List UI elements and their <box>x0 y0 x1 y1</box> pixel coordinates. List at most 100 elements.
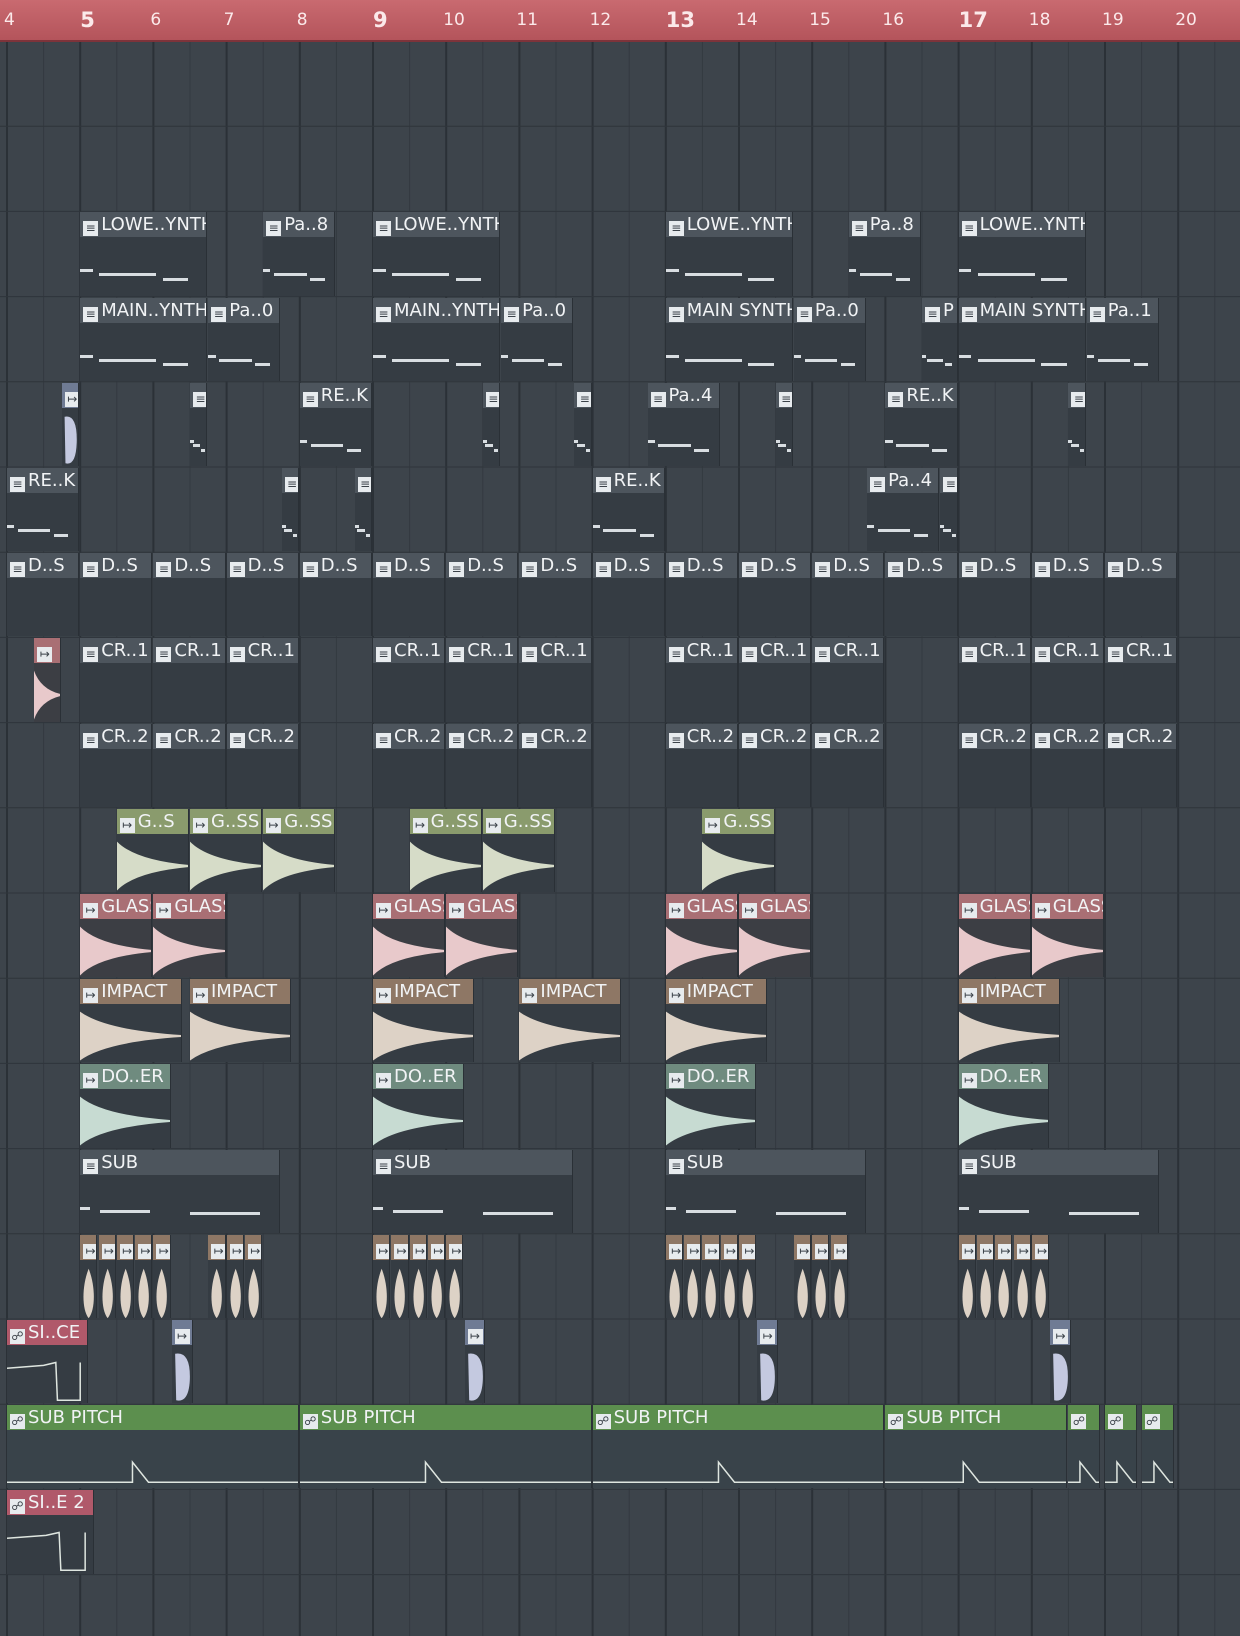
clip-header[interactable]: ≡ RE..K <box>7 468 79 493</box>
pattern-clip[interactable]: ≡ D..S <box>519 553 592 637</box>
clip-header[interactable]: ≡ D..S <box>153 553 225 579</box>
clip-header[interactable]: ≡ D..S <box>885 553 957 579</box>
pattern-clip[interactable]: ≡ Pa..0 <box>793 297 867 381</box>
clip-header[interactable]: ↦ <box>812 1234 829 1260</box>
clip-header[interactable]: ↦ <box>1031 1234 1049 1260</box>
clip-header[interactable]: ≡ CR..1 <box>1105 638 1177 664</box>
audio-clip[interactable]: ↦ <box>427 1234 446 1318</box>
pattern-clip[interactable]: ≡ CR..1 <box>446 638 519 722</box>
clip-header[interactable]: ↦ G..S <box>116 808 188 834</box>
pattern-clip[interactable]: ≡ CR..2 <box>812 723 885 807</box>
clip-header[interactable]: ≡ D..S <box>226 553 298 579</box>
clip-header[interactable]: ≡ CR..2 <box>153 723 225 749</box>
clip-header[interactable]: ↦ <box>757 1320 778 1345</box>
pattern-clip[interactable]: ≡ <box>354 468 372 552</box>
audio-clip[interactable]: ↦ <box>1031 1234 1050 1318</box>
pattern-clip[interactable]: ≡ D..S <box>1031 553 1104 637</box>
clip-header[interactable]: ≡ MAIN SYNTH <box>958 297 1085 323</box>
audio-clip[interactable]: ↦ <box>391 1234 409 1318</box>
pattern-clip[interactable]: ≡ <box>190 382 208 466</box>
pattern-clip[interactable]: ≡ MAIN..YNTH <box>80 297 208 381</box>
audio-clip[interactable]: ↦GLASS <box>153 894 226 978</box>
clip-header[interactable]: ≡ LOWE..YNTH <box>373 212 500 238</box>
automation-clip[interactable]: ☍ <box>1141 1405 1174 1489</box>
pattern-clip[interactable]: ≡ D..S <box>958 553 1031 637</box>
clip-header[interactable]: ≡ D..S <box>739 553 811 579</box>
pattern-clip[interactable]: ≡ D..S <box>226 553 299 637</box>
audio-clip[interactable]: ↦ IMPACT <box>519 979 621 1063</box>
pattern-clip[interactable]: ≡ <box>281 468 299 552</box>
audio-clip[interactable]: ↦ G..SS <box>409 808 482 892</box>
pattern-clip[interactable]: ≡ D..S <box>373 553 446 637</box>
pattern-clip[interactable]: ≡ Pa..0 <box>208 297 281 381</box>
clip-header[interactable]: ↦GLASS <box>739 894 811 919</box>
pattern-clip[interactable]: ≡ CR..2 <box>665 723 738 807</box>
clip-header[interactable]: ↦ <box>153 1234 170 1260</box>
audio-clip[interactable]: ↦GLASS <box>665 894 738 978</box>
timeline-ruler[interactable]: 4 5 6 7 8 9 10 11 12 13 14 15 16 17 18 19 20 <box>0 0 1240 42</box>
clip-header[interactable]: ≡ P <box>922 297 957 323</box>
audio-clip[interactable]: ↦GLASS <box>958 894 1031 978</box>
pattern-clip[interactable]: ≡ SUB <box>958 1149 1159 1233</box>
pattern-clip[interactable]: ≡ CR..1 <box>1105 638 1178 722</box>
clip-header[interactable]: ☍ SUB PITCH <box>592 1405 884 1431</box>
clip-header[interactable]: ↦ <box>1050 1320 1071 1345</box>
ruler-bar-7[interactable]: 7 <box>224 12 235 29</box>
clip-header[interactable]: ≡ CR..2 <box>958 723 1030 749</box>
clip-header[interactable]: ↦ <box>373 1234 390 1260</box>
pattern-clip[interactable]: ≡ CR..1 <box>958 638 1031 722</box>
pattern-clip[interactable]: ≡ CR..1 <box>80 638 153 722</box>
audio-clip[interactable]: ↦ <box>61 382 80 466</box>
audio-clip[interactable]: ↦ <box>409 1234 427 1318</box>
audio-clip[interactable]: ↦ <box>684 1234 702 1318</box>
clip-header[interactable]: ≡ CR..2 <box>1031 723 1103 749</box>
clip-header[interactable]: ↦ <box>446 1234 463 1260</box>
clip-header[interactable]: ↦ DO..ER <box>665 1064 756 1090</box>
audio-clip[interactable]: ↦ DO..ER <box>958 1064 1050 1148</box>
pattern-clip[interactable]: ≡ P <box>922 297 958 381</box>
clip-header[interactable]: ≡ MAIN..YNTH <box>80 297 207 323</box>
automation-clip[interactable]: ☍ SUB PITCH <box>299 1405 592 1489</box>
pattern-clip[interactable]: ≡ Pa..8 <box>263 212 336 296</box>
audio-clip[interactable]: ↦ DO..ER <box>80 1064 171 1148</box>
clip-header[interactable]: ≡ CR..1 <box>739 638 811 664</box>
audio-clip[interactable]: ↦ <box>976 1234 995 1318</box>
clip-header[interactable]: ☍ SUB PITCH <box>7 1405 298 1431</box>
pattern-clip[interactable]: ≡ CR..2 <box>80 723 153 807</box>
clip-header[interactable]: ≡ Pa..0 <box>501 297 573 323</box>
clip-header[interactable]: ↦ <box>720 1234 737 1260</box>
automation-clip[interactable]: ☍ SI..CE <box>7 1320 89 1404</box>
clip-header[interactable]: ☍ <box>1068 1405 1100 1431</box>
pattern-clip[interactable]: ≡ MAIN SYNTH <box>958 297 1086 381</box>
clip-header[interactable]: ↦GLASS <box>1031 894 1103 919</box>
audio-clip[interactable]: ↦ <box>702 1234 720 1318</box>
audio-clip[interactable]: ↦GLASS <box>739 894 812 978</box>
clip-header[interactable]: ≡ CR..1 <box>665 638 737 664</box>
clip-header[interactable]: ≡ CR..1 <box>153 638 225 664</box>
audio-clip[interactable]: ↦ IMPACT <box>373 979 475 1063</box>
audio-clip[interactable]: ↦GLASS <box>446 894 519 978</box>
audio-clip[interactable]: ↦ <box>98 1234 116 1318</box>
pattern-clip[interactable]: ≡ D..S <box>80 553 153 637</box>
clip-header[interactable]: ☍ <box>1105 1405 1136 1431</box>
clip-header[interactable]: ≡ CR..1 <box>80 638 152 664</box>
clip-header[interactable]: ≡ D..S <box>80 553 152 579</box>
pattern-clip[interactable]: ≡ Pa..0 <box>501 297 574 381</box>
audio-clip[interactable]: ↦ G..SS <box>263 808 336 892</box>
pattern-clip[interactable]: ≡ LOWE..YNTH <box>665 212 793 296</box>
clip-header[interactable]: ≡ <box>574 382 591 408</box>
pattern-clip[interactable]: ≡ LOWE..YNTH <box>958 212 1086 296</box>
pattern-clip[interactable]: ≡ D..S <box>7 553 80 637</box>
clip-header[interactable]: ≡ CR..1 <box>373 638 445 664</box>
ruler-bar-5[interactable]: 5 <box>80 10 95 31</box>
clip-header[interactable]: ≡ LOWE..YNTH <box>80 212 207 238</box>
clip-header[interactable]: ☍ SUB PITCH <box>885 1405 1067 1431</box>
clip-header[interactable]: ↦GLASS <box>373 894 445 919</box>
clip-header[interactable]: ↦ <box>135 1234 152 1260</box>
clip-header[interactable]: ≡ CR..2 <box>665 723 737 749</box>
clip-header[interactable]: ↦ <box>793 1234 811 1260</box>
audio-clip[interactable]: ↦ <box>80 1234 98 1318</box>
pattern-clip[interactable]: ≡ D..S <box>153 553 226 637</box>
clip-header[interactable]: ↦ G..SS <box>409 808 481 834</box>
audio-clip[interactable]: ↦ <box>446 1234 464 1318</box>
